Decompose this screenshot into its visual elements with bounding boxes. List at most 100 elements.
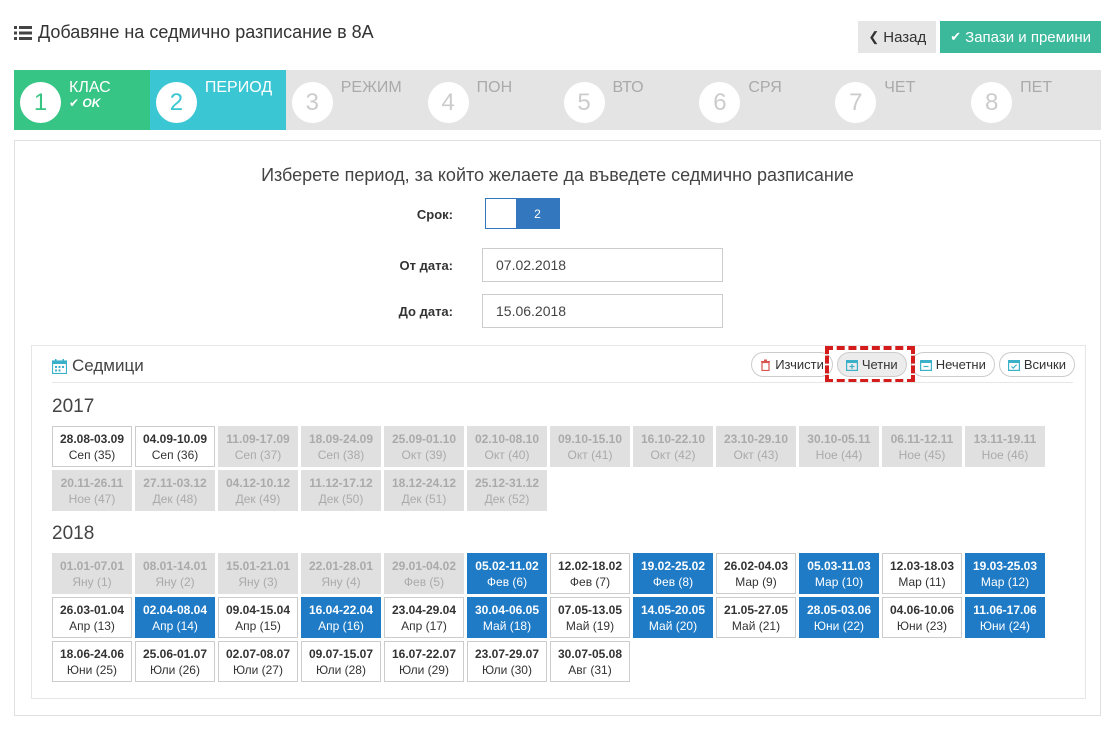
week-cell[interactable]: 02.07-08.07 Юли (27) — [218, 641, 298, 682]
week-month: Фев (8) — [652, 575, 694, 589]
step-number: 7 — [835, 82, 877, 123]
week-cell[interactable]: 07.05-13.05 Май (19) — [550, 597, 630, 638]
week-dates: 27.11-03.12 — [143, 476, 207, 490]
week-cell[interactable]: 28.05-03.06 Юни (22) — [799, 597, 879, 638]
term-toggle[interactable]: 2 — [485, 198, 560, 229]
from-date-label: От дата: — [399, 258, 454, 273]
week-cell[interactable]: 18.06-24.06 Юни (25) — [52, 641, 132, 682]
week-month: Яну (4) — [321, 575, 361, 589]
week-month: Юли (26) — [150, 663, 200, 677]
wizard-step-6[interactable]: 6 СРЯ — [693, 70, 829, 130]
year-heading-2017: 2017 — [52, 396, 95, 417]
week-month: Апр (15) — [235, 619, 281, 633]
odd-weeks-button[interactable]: Нечетни — [910, 352, 995, 377]
week-month: Окт (39) — [401, 448, 447, 462]
week-month: Окт (41) — [567, 448, 613, 462]
week-dates: 02.04-08.04 — [142, 603, 208, 617]
page-title: Добавяне на седмично разписание в 8А — [14, 22, 374, 43]
week-month: Ное (47) — [68, 492, 116, 506]
week-dates: 01.01-07.01 — [59, 559, 125, 573]
week-cell[interactable]: 23.04-29.04 Апр (17) — [384, 597, 464, 638]
to-date-label: До дата: — [398, 304, 453, 319]
week-month: Май (20) — [648, 619, 698, 633]
week-month: Май (21) — [731, 619, 781, 633]
toggle-knob — [486, 199, 516, 228]
year-heading-2018: 2018 — [52, 523, 95, 544]
week-cell[interactable]: 04.06-10.06 Юни (23) — [882, 597, 962, 638]
week-dates: 23.07-29.07 — [474, 647, 540, 661]
week-cell[interactable]: 28.08-03.09 Сеп (35) — [52, 426, 132, 467]
week-dates: 25.12-31.12 — [474, 476, 540, 490]
wizard-step-3[interactable]: 3 РЕЖИМ — [286, 70, 422, 130]
week-cell[interactable]: 05.03-11.03 Мар (10) — [799, 553, 879, 594]
week-cell[interactable]: 04.09-10.09 Сеп (36) — [135, 426, 215, 467]
week-cell[interactable]: 05.02-11.02 Фев (6) — [467, 553, 547, 594]
week-cell: 18.09-24.09 Сеп (38) — [301, 426, 381, 467]
clear-button-label: Изчисти — [775, 357, 824, 372]
weeks-title-text: Седмици — [72, 356, 144, 375]
week-dates: 06.11-12.11 — [890, 432, 954, 446]
week-dates: 30.07-05.08 — [557, 647, 623, 661]
wizard-step-5[interactable]: 5 ВТО — [558, 70, 694, 130]
wizard-step-7[interactable]: 7 ЧЕТ — [829, 70, 965, 130]
calendar-plus-icon — [845, 359, 858, 371]
week-cell[interactable]: 14.05-20.05 Май (20) — [633, 597, 713, 638]
step-label: КЛАС — [69, 79, 111, 96]
save-and-continue-button[interactable]: ✔ Запази и премини — [940, 21, 1101, 53]
week-cell[interactable]: 12.02-18.02 Фев (7) — [550, 553, 630, 594]
week-cell[interactable]: 02.04-08.04 Апр (14) — [135, 597, 215, 638]
week-cell: 20.11-26.11 Ное (47) — [52, 470, 132, 511]
calendar-icon — [52, 358, 67, 374]
week-cell[interactable]: 26.02-04.03 Мар (9) — [716, 553, 796, 594]
wizard-step-4[interactable]: 4 ПОН — [422, 70, 558, 130]
week-cell[interactable]: 19.03-25.03 Мар (12) — [965, 553, 1045, 594]
week-cell: 30.10-05.11 Ное (44) — [799, 426, 879, 467]
week-month: Апр (13) — [69, 619, 115, 633]
wizard-step-8[interactable]: 8 ПЕТ — [965, 70, 1101, 130]
week-dates: 19.02-25.02 — [640, 559, 706, 573]
week-cell[interactable]: 09.07-15.07 Юли (28) — [301, 641, 381, 682]
week-cell[interactable]: 26.03-01.04 Апр (13) — [52, 597, 132, 638]
wizard-step-1[interactable]: 1 КЛАС ✔ OK — [14, 70, 150, 130]
week-cell: 01.01-07.01 Яну (1) — [52, 553, 132, 594]
week-cell[interactable]: 23.07-29.07 Юли (30) — [467, 641, 547, 682]
all-button-label: Всички — [1023, 357, 1066, 372]
week-dates: 09.04-15.04 — [225, 603, 291, 617]
week-cell[interactable]: 11.06-17.06 Юни (24) — [965, 597, 1045, 638]
week-cell: 25.12-31.12 Дек (52) — [467, 470, 547, 511]
week-cell[interactable]: 09.04-15.04 Апр (15) — [218, 597, 298, 638]
week-dates: 29.01-04.02 — [391, 559, 457, 573]
week-cell: 22.01-28.01 Яну (4) — [301, 553, 381, 594]
all-weeks-button[interactable]: Всички — [998, 352, 1075, 377]
week-cell[interactable]: 16.07-22.07 Юли (29) — [384, 641, 464, 682]
weeks-title: Седмици — [52, 356, 144, 376]
back-button[interactable]: ❮ Назад — [858, 21, 937, 53]
week-dates: 26.02-04.03 — [723, 559, 789, 573]
week-month: Дек (50) — [318, 492, 364, 506]
week-dates: 28.08-03.09 — [59, 432, 125, 446]
week-cell: 02.10-08.10 Окт (40) — [467, 426, 547, 467]
week-month: Юни (22) — [813, 619, 865, 633]
week-dates: 23.10-29.10 — [723, 432, 789, 446]
week-month: Мар (11) — [898, 575, 946, 589]
week-month: Апр (14) — [152, 619, 198, 633]
week-month: Юли (27) — [233, 663, 283, 677]
to-date-input[interactable] — [482, 294, 723, 328]
week-cell[interactable]: 12.03-18.03 Мар (11) — [882, 553, 962, 594]
from-date-input[interactable] — [482, 248, 723, 282]
week-cell[interactable]: 30.04-06.05 Май (18) — [467, 597, 547, 638]
step-number: 3 — [291, 82, 333, 123]
week-month: Сеп (35) — [68, 448, 116, 462]
week-cell[interactable]: 19.02-25.02 Фев (8) — [633, 553, 713, 594]
even-weeks-button[interactable]: Четни — [836, 352, 907, 377]
week-cell: 11.12-17.12 Дек (50) — [301, 470, 381, 511]
week-month: Яну (3) — [238, 575, 278, 589]
week-cell[interactable]: 25.06-01.07 Юли (26) — [135, 641, 215, 682]
week-dates: 05.03-11.03 — [807, 559, 871, 573]
wizard-step-2[interactable]: 2 ПЕРИОД — [149, 70, 286, 130]
clear-button[interactable]: Изчисти — [751, 352, 833, 377]
week-cell[interactable]: 16.04-22.04 Апр (16) — [301, 597, 381, 638]
week-cell[interactable]: 21.05-27.05 Май (21) — [716, 597, 796, 638]
week-cell[interactable]: 30.07-05.08 Авг (31) — [550, 641, 630, 682]
week-cell: 04.12-10.12 Дек (49) — [218, 470, 298, 511]
